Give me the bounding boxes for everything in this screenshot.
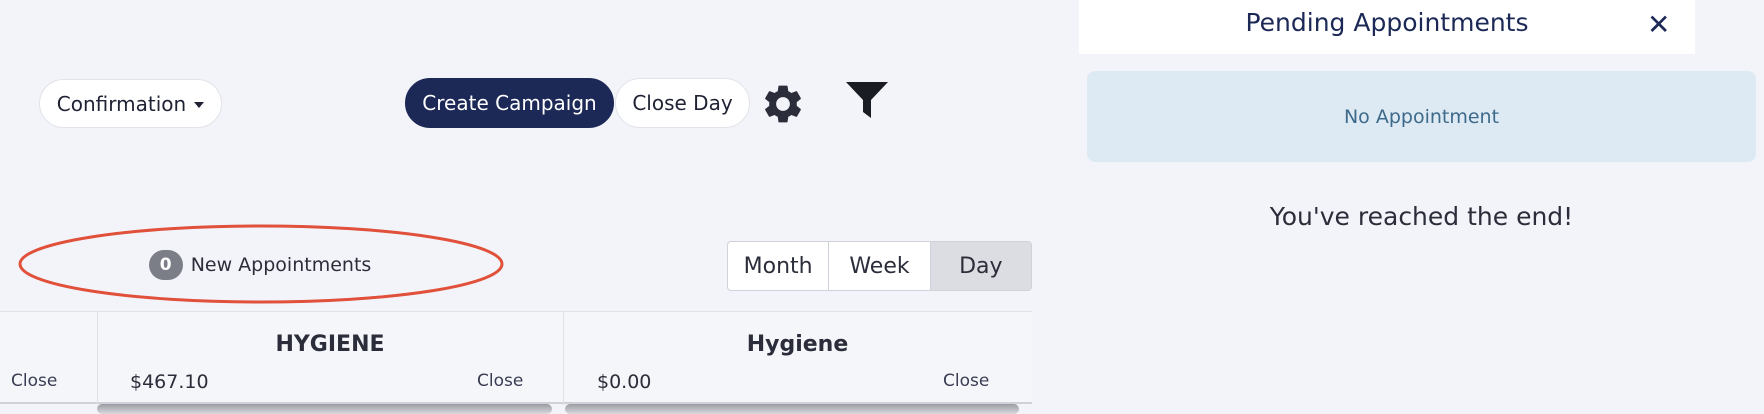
view-month-button[interactable]: Month (728, 242, 830, 290)
view-switcher: Month Week Day (727, 241, 1032, 291)
create-campaign-label: Create Campaign (422, 91, 597, 115)
funnel-icon[interactable] (845, 80, 889, 120)
new-appointments-count: 0 (148, 250, 183, 280)
close-day-label: Close Day (632, 91, 733, 115)
column-title: Hygiene (746, 332, 849, 357)
gear-icon[interactable] (760, 81, 806, 127)
end-of-list-message: You've reached the end! (1269, 202, 1574, 231)
new-appointments-button[interactable]: 0 New Appointments (44, 238, 476, 292)
appointment-card-edge (97, 404, 552, 414)
caret-down-icon (194, 101, 205, 108)
appointment-card-edge (565, 404, 1019, 414)
confirmation-label: Confirmation (56, 91, 187, 116)
column-amount: $467.10 (130, 371, 209, 393)
panel-title: Pending Appointments (1245, 8, 1529, 37)
confirmation-dropdown[interactable]: Confirmation (39, 79, 222, 128)
close-day-button[interactable]: Close Day (615, 78, 750, 128)
pending-appointments-header: Pending Appointments ✕ (1079, 0, 1695, 54)
view-week-button[interactable]: Week (829, 242, 931, 290)
column-divider (563, 312, 564, 405)
column-close-button[interactable]: Close (11, 371, 57, 391)
column-title: HYGIENE (275, 332, 385, 357)
no-appointment-alert: No Appointment (1087, 71, 1756, 162)
create-campaign-button[interactable]: Create Campaign (405, 78, 614, 128)
column-close-button[interactable]: Close (943, 371, 989, 391)
view-day-button[interactable]: Day (930, 242, 1031, 290)
column-close-button[interactable]: Close (477, 371, 523, 391)
column-divider (97, 312, 98, 405)
no-appointment-text: No Appointment (1343, 105, 1500, 128)
column-amount: $0.00 (597, 371, 652, 393)
calendar-header: Close HYGIENE $467.10 Close Hygiene $0.0… (0, 311, 1032, 405)
close-icon[interactable]: ✕ (1647, 8, 1670, 41)
new-appointments-label: New Appointments (190, 254, 372, 276)
